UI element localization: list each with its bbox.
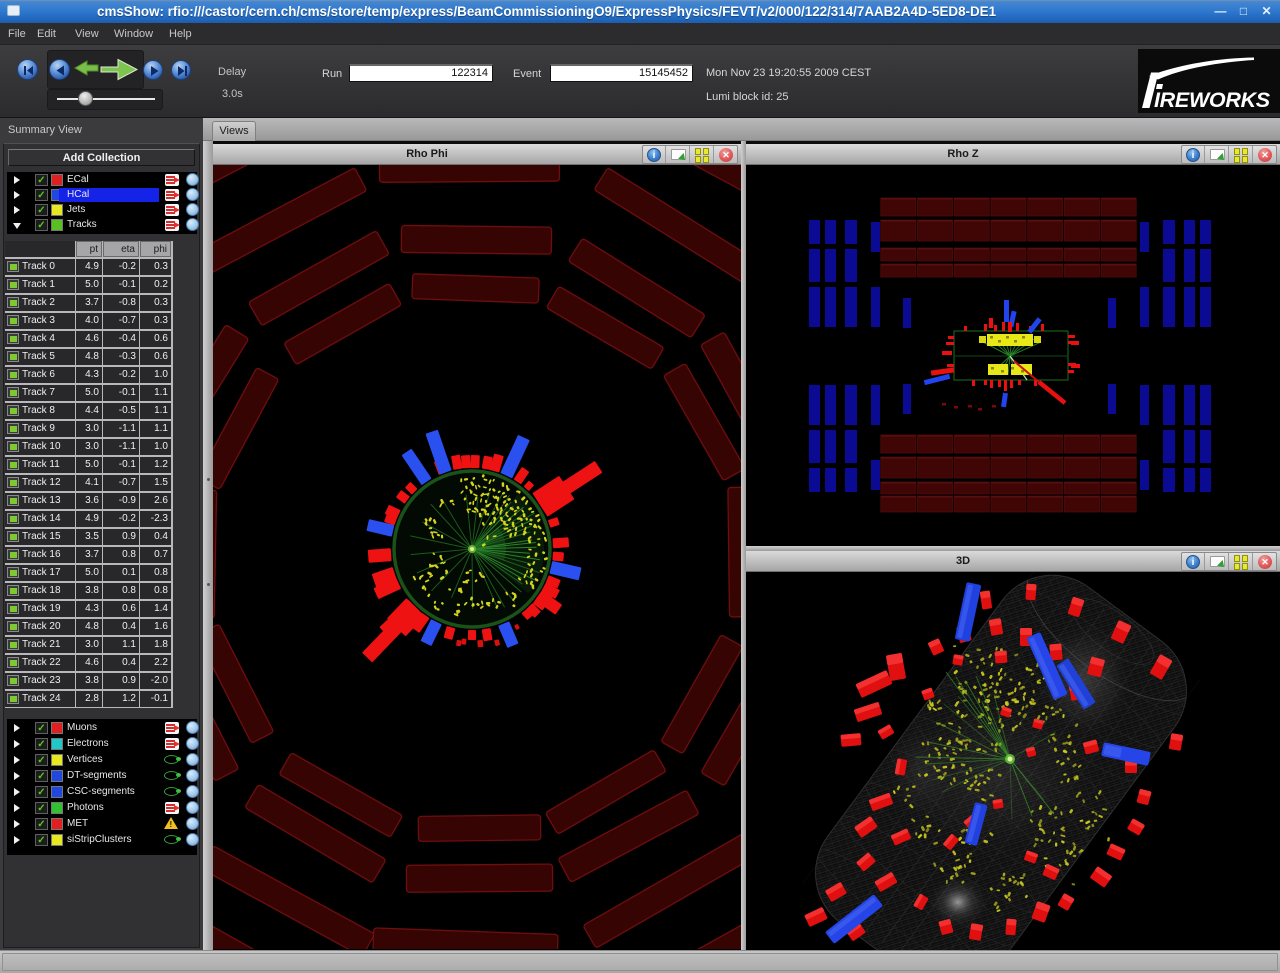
svg-text:IREWORKS: IREWORKS: [1154, 88, 1271, 112]
